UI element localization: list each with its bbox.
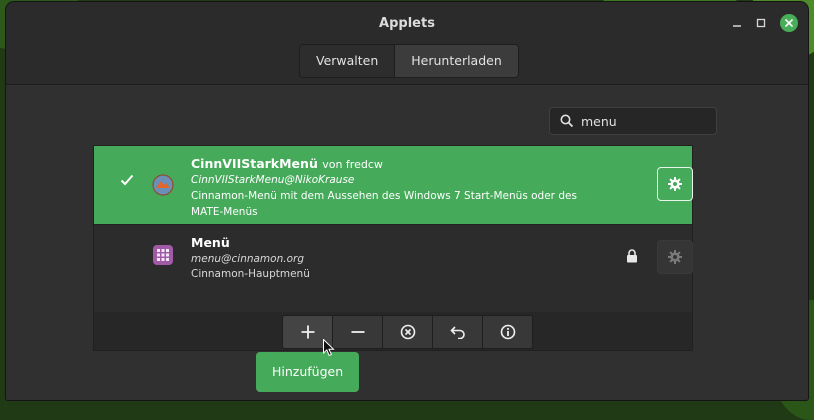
remove-icon [351,331,364,333]
uninstall-button[interactable] [382,315,433,349]
configure-button[interactable] [657,167,693,201]
applets-window: Applets Verwalten Herunterladen menu Cin… [6,2,808,400]
applet-uuid: CinnVIIStarkMenu@NikoKrause [191,174,355,186]
applet-name: CinnVIIStarkMenü von fredcw [191,156,383,171]
add-tooltip: Hinzufügen [256,352,360,392]
maximize-icon[interactable] [752,14,770,32]
configure-button[interactable] [657,240,693,274]
cinnvii-menu-icon [152,174,174,196]
about-button[interactable] [482,315,533,349]
applet-description: Cinnamon-Hauptmenü [191,268,310,280]
search-input[interactable]: menu [549,107,717,135]
applet-uuid: menu@cinnamon.org [191,253,304,265]
applet-name: Menü [191,235,230,250]
gear-icon [668,250,682,264]
action-buttons [282,315,533,349]
close-icon[interactable] [780,14,798,32]
add-icon [301,325,314,339]
restore-button[interactable] [432,315,483,349]
applet-description: Cinnamon-Menü mit dem Aussehen des Windo… [191,190,577,218]
installed-check-icon [120,174,134,186]
title-bar: Applets [6,2,808,42]
tab-manage[interactable]: Verwalten [300,45,395,77]
mouse-cursor-icon [323,339,335,357]
search-icon [560,114,574,128]
applet-list: CinnVIIStarkMenü von fredcw CinnVIIStark… [93,145,693,314]
remove-button[interactable] [332,315,383,349]
lock-icon [627,249,637,263]
applet-row[interactable]: CinnVIIStarkMenü von fredcw CinnVIIStark… [94,146,693,224]
tab-download[interactable]: Herunterladen [394,45,518,77]
tab-bar: Verwalten Herunterladen [299,44,519,78]
minimize-icon[interactable] [728,14,746,32]
search-value: menu [581,114,617,129]
about-icon [500,324,515,340]
applet-row[interactable]: Menü menu@cinnamon.org Cinnamon-Hauptmen… [94,225,693,305]
applet-author: von fredcw [322,158,383,171]
window-title: Applets [379,16,435,31]
restore-icon [449,326,465,339]
gear-icon [668,177,682,191]
menu-grid-icon [153,245,173,265]
uninstall-icon [400,324,415,340]
